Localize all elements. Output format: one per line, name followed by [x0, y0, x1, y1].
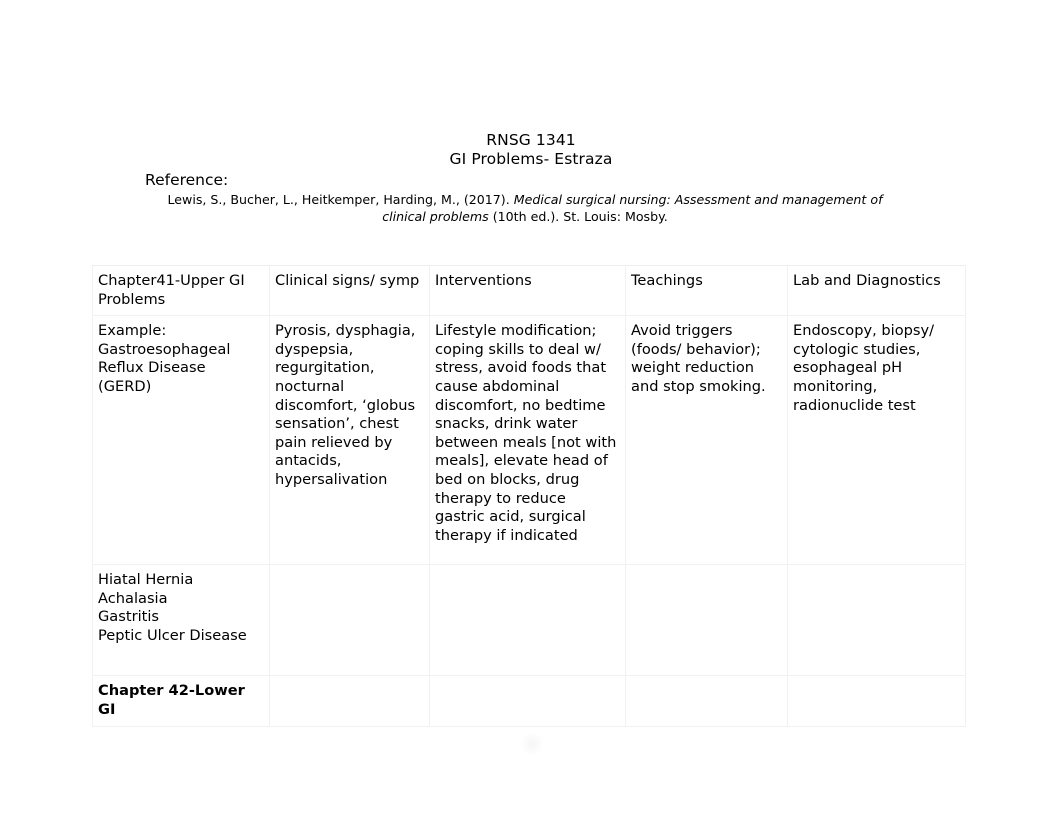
column-header-interventions: Interventions — [429, 264, 626, 317]
cell-interventions: Lifestyle modification; coping skills to… — [429, 315, 626, 566]
document-subtitle: GI Problems- Estraza — [449, 150, 613, 168]
cell-teachings: Avoid triggers (foods/ behavior); weight… — [625, 315, 788, 566]
citation-edition-publisher: (10th ed.). St. Louis: Mosby. — [488, 208, 668, 224]
table-row: Hiatal Hernia Achalasia Gastritis Peptic… — [92, 564, 966, 677]
cell-interventions — [429, 675, 626, 728]
cell-lab-diagnostics — [787, 675, 966, 728]
cell-teachings — [625, 675, 788, 728]
reference-block: Reference: Lewis, S., Bucher, L., Heitke… — [145, 171, 905, 225]
column-header-chapter41: Chapter41-Upper GI Problems — [92, 264, 270, 317]
column-header-lab-diagnostics: Lab and Diagnostics — [787, 264, 966, 317]
cell-lab-diagnostics: Endoscopy, biopsy/ cytologic studies, es… — [787, 315, 966, 566]
table-row: Example: Gastroesophageal Reflux Disease… — [92, 315, 966, 566]
cell-clinical-signs — [269, 564, 430, 677]
page-title: RNSG 1341 GI Problems- Estraza — [0, 131, 1062, 169]
course-code: RNSG 1341 — [486, 131, 576, 149]
table-row: Chapter 42-Lower GI — [92, 675, 966, 728]
cell-clinical-signs — [269, 675, 430, 728]
table-header-row: Chapter41-Upper GI Problems Clinical sig… — [92, 264, 966, 317]
column-header-clinical-signs: Clinical signs/ symp — [269, 264, 430, 317]
page-bottom-artifact — [521, 733, 543, 755]
document-page: RNSG 1341 GI Problems- Estraza Reference… — [0, 0, 1062, 822]
reference-label: Reference: — [145, 171, 229, 189]
citation-authors: Lewis, S., Bucher, L., Heitkemper, Hardi… — [167, 192, 514, 207]
reference-citation: Lewis, S., Bucher, L., Heitkemper, Hardi… — [145, 192, 905, 225]
gi-problems-table: Chapter41-Upper GI Problems Clinical sig… — [92, 264, 966, 728]
cell-lab-diagnostics — [787, 564, 966, 677]
cell-interventions — [429, 564, 626, 677]
cell-condition: Example: Gastroesophageal Reflux Disease… — [92, 315, 270, 566]
cell-condition: Chapter 42-Lower GI — [92, 675, 270, 728]
cell-clinical-signs: Pyrosis, dysphagia, dyspepsia, regurgita… — [269, 315, 430, 566]
cell-condition: Hiatal Hernia Achalasia Gastritis Peptic… — [92, 564, 270, 677]
column-header-teachings: Teachings — [625, 264, 788, 317]
cell-teachings — [625, 564, 788, 677]
